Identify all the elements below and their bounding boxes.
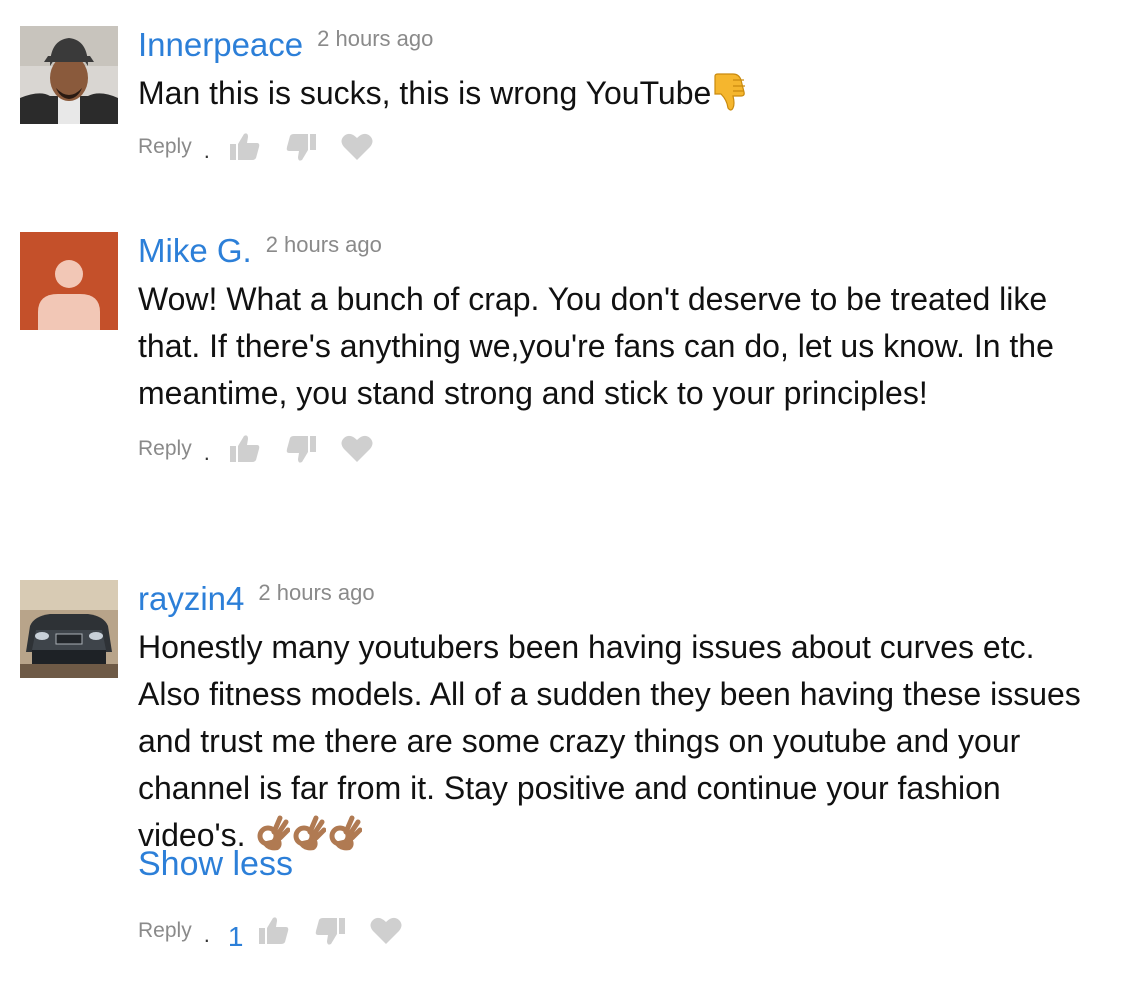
- heart-icon[interactable]: [369, 916, 403, 946]
- comment-text: Honestly many youtubers been having issu…: [138, 629, 1081, 854]
- comment-author[interactable]: rayzin4: [138, 580, 244, 617]
- separator-dot: .: [203, 138, 210, 163]
- comment-author[interactable]: Innerpeace: [138, 26, 303, 63]
- heart-icon[interactable]: [340, 434, 374, 464]
- like-icon[interactable]: [257, 916, 291, 946]
- comment-timestamp: 2 hours ago: [317, 26, 434, 51]
- like-icon[interactable]: [228, 434, 262, 464]
- dislike-icon[interactable]: [284, 434, 318, 464]
- separator-dot: .: [203, 922, 210, 947]
- dislike-icon[interactable]: [284, 132, 318, 162]
- comment-actions: Reply .: [138, 427, 1098, 471]
- separator-dot: .: [203, 440, 210, 465]
- reply-button[interactable]: Reply: [138, 437, 192, 461]
- comment-timestamp: 2 hours ago: [258, 580, 375, 605]
- avatar[interactable]: [20, 580, 118, 678]
- comment-text: Wow! What a bunch of crap. You don't des…: [138, 281, 1054, 411]
- comment-actions: Reply . 1: [138, 909, 1098, 953]
- ok-hand-emoji: [290, 814, 327, 854]
- reply-button[interactable]: Reply: [138, 135, 192, 159]
- heart-icon[interactable]: [340, 132, 374, 162]
- ok-hand-emoji: [254, 814, 291, 854]
- thumbs-down-emoji: [711, 72, 747, 112]
- avatar[interactable]: [20, 26, 118, 124]
- comment-author[interactable]: Mike G.: [138, 232, 252, 269]
- like-count: 1: [227, 921, 244, 952]
- reply-button[interactable]: Reply: [138, 919, 192, 943]
- ok-hand-emoji: [326, 814, 363, 854]
- dislike-icon[interactable]: [313, 916, 347, 946]
- comment-actions: Reply .: [138, 125, 1098, 169]
- comment-text: Man this is sucks, this is wrong YouTube: [138, 70, 1098, 117]
- like-icon[interactable]: [228, 132, 262, 162]
- comment-timestamp: 2 hours ago: [265, 232, 382, 257]
- avatar[interactable]: [20, 232, 118, 330]
